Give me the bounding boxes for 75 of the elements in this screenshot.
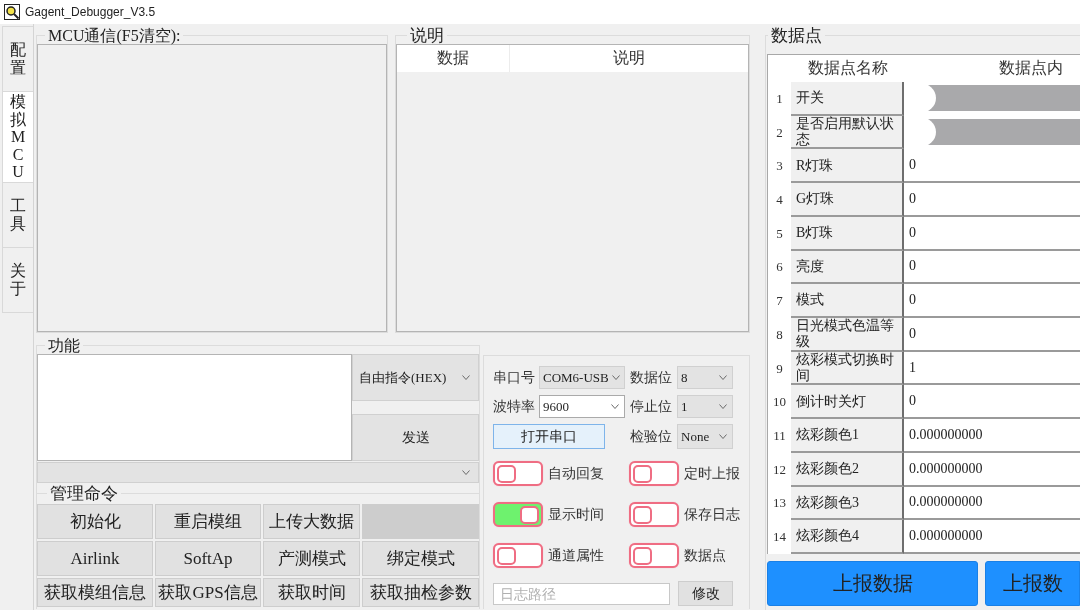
- field-label: 检验位: [629, 427, 673, 446]
- group-title: 管理命令: [49, 485, 119, 502]
- chevron-down-icon: [611, 404, 619, 409]
- table-cell: 炫彩颜色4: [791, 520, 904, 554]
- report-button[interactable]: 上报数: [985, 561, 1080, 606]
- toggle-label: 保存日志: [684, 505, 740, 524]
- chevron-down-icon: [719, 375, 727, 380]
- command-type-dropdown[interactable]: 自由指令(HEX): [352, 354, 479, 401]
- table-cell: 炫彩模式切换时间: [791, 351, 904, 386]
- table-cell: G灯珠: [791, 183, 904, 217]
- chevron-down-icon: [719, 434, 727, 439]
- chevron-down-icon: [462, 375, 470, 380]
- field-label: 停止位: [629, 397, 673, 416]
- chevron-down-icon: [719, 404, 727, 409]
- table-cell: 炫彩颜色3: [791, 486, 904, 521]
- command-button[interactable]: 初始化: [37, 504, 153, 539]
- table-cell: 亮度: [791, 250, 904, 285]
- toggle-label: 显示时间: [548, 505, 604, 524]
- command-button[interactable]: 重启模组: [155, 504, 261, 539]
- table-cell: 日光模式色温等级: [791, 318, 904, 352]
- toggle-label: 数据点: [684, 546, 726, 565]
- toggle-switch[interactable]: [629, 461, 679, 486]
- dropdown[interactable]: None: [677, 424, 733, 449]
- field-label: 波特率: [493, 397, 536, 416]
- table-cell: 炫彩颜色2: [791, 452, 904, 487]
- command-button[interactable]: 绑定模式: [362, 541, 479, 576]
- table-cell: 炫彩颜色1: [791, 419, 904, 453]
- command-input-field[interactable]: [37, 354, 352, 461]
- group-title: MCU通信(F5清空):: [47, 27, 182, 44]
- dropdown[interactable]: 9600: [539, 395, 625, 418]
- chevron-down-icon: [462, 470, 470, 475]
- chevron-down-icon: [611, 375, 620, 380]
- table-cell: 开关: [791, 82, 904, 116]
- dropdown[interactable]: 1: [677, 395, 733, 418]
- group-title: 说明: [409, 27, 445, 44]
- field-label: 数据位: [629, 368, 673, 387]
- toggle-label: 通道属性: [548, 546, 604, 565]
- toggle-switch[interactable]: [493, 502, 543, 527]
- table-cell: 模式: [791, 284, 904, 318]
- column-header: 说明: [612, 47, 646, 69]
- side-tab[interactable]: 配置: [2, 26, 33, 92]
- table-cell: 倒计时关灯: [791, 385, 904, 420]
- dropdown[interactable]: 8: [677, 366, 733, 389]
- command-button[interactable]: 获取模组信息: [37, 578, 153, 607]
- log-path-field[interactable]: 日志路径: [493, 582, 670, 605]
- toggle-switch[interactable]: [493, 461, 543, 486]
- toggle-switch[interactable]: [629, 543, 679, 568]
- command-button[interactable]: 获取GPS信息: [155, 578, 261, 607]
- toggle-switch[interactable]: [493, 543, 543, 568]
- command-button[interactable]: 产测模式: [263, 541, 360, 576]
- open-port-button[interactable]: 打开串口: [493, 424, 605, 449]
- side-tab[interactable]: 关于: [2, 246, 33, 313]
- command-button[interactable]: 获取时间: [263, 578, 360, 607]
- magnifier-icon: [4, 4, 20, 20]
- report-button[interactable]: 上报数据: [767, 561, 978, 606]
- toggle-switch[interactable]: [629, 502, 679, 527]
- command-button[interactable]: SoftAp: [155, 541, 261, 576]
- toggle-label: 自动回复: [548, 464, 604, 483]
- group-title: 功能: [47, 337, 81, 354]
- command-button[interactable]: 上传大数据: [263, 504, 360, 539]
- dropdown[interactable]: COM6-USB: [539, 366, 625, 389]
- field-label: 串口号: [493, 368, 536, 387]
- send-button[interactable]: 发送: [352, 414, 479, 461]
- window-title: Gagent_Debugger_V3.5: [25, 5, 156, 19]
- command-button[interactable]: Airlink: [37, 541, 153, 576]
- modify-button[interactable]: 修改: [678, 581, 733, 606]
- table-cell: 是否启用默认状态: [791, 115, 904, 150]
- command-button[interactable]: 获取抽检参数: [362, 578, 479, 607]
- mcu-log-field[interactable]: [37, 44, 387, 332]
- side-tab[interactable]: 模拟MCU: [2, 91, 33, 183]
- table-cell: R灯珠: [791, 149, 904, 184]
- toggle-label: 定时上报: [684, 464, 740, 483]
- table-cell: B灯珠: [791, 216, 904, 251]
- column-header: 数据: [397, 45, 510, 72]
- group-title: 数据点: [770, 27, 823, 44]
